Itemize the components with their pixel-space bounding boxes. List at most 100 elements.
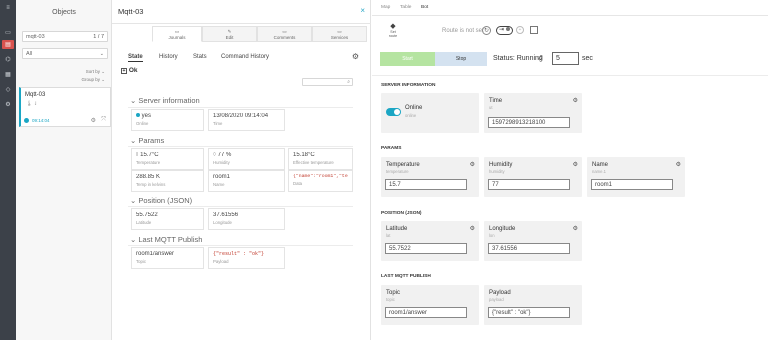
gear-icon[interactable]: ⚙: [676, 161, 681, 168]
longitude-title: Longitude: [489, 226, 516, 232]
time-title: Time: [489, 98, 503, 104]
tree-icon[interactable]: ⌬: [2, 55, 14, 64]
cell-topic: room1/answer Topic: [131, 247, 204, 269]
set-route-button[interactable]: ◆ Set route: [386, 22, 400, 38]
route-status: Route is not set: [442, 28, 484, 34]
tab-table[interactable]: Table: [400, 5, 411, 10]
humidity-title: Humidity: [489, 162, 513, 168]
name-sub: name.1: [592, 169, 606, 174]
cell-temperature: ‖ 15.7°C Temperature: [131, 148, 204, 170]
start-button[interactable]: Start: [380, 52, 435, 66]
status-text: Status: Running: [493, 55, 543, 62]
subtab-command-history[interactable]: Command History: [221, 54, 269, 60]
state-search-input[interactable]: ⌕: [302, 78, 353, 86]
filter-select[interactable]: All ⌄: [22, 48, 108, 59]
gear-icon[interactable]: ⚙: [573, 225, 578, 232]
payload-input[interactable]: {"result" : "ok"}: [488, 307, 570, 318]
logo-icon: ≡: [6, 4, 10, 11]
subtab-history[interactable]: History: [159, 54, 178, 60]
thermometer-icon: ‖: [136, 152, 139, 158]
detail-header: Mqtt-03 ×: [112, 0, 371, 24]
tag-icon[interactable]: ◇: [2, 85, 14, 94]
detail-panel: Mqtt-03 × ▭ Journals ✎ Edit ▭ Comments ▭ Ser…: [112, 0, 371, 340]
gear-icon[interactable]: ⚙: [573, 97, 578, 104]
humidity-input[interactable]: 77: [488, 179, 570, 190]
group-by-link[interactable]: Group by ⌄: [81, 77, 105, 83]
route-icon: ◆: [390, 23, 396, 30]
chevron-down-icon: ⌄: [99, 50, 104, 57]
gear-icon[interactable]: ⚙: [352, 52, 359, 61]
time-sub: ut: [489, 105, 493, 110]
tab-comments[interactable]: ▭ Comments: [257, 26, 312, 42]
database-icon[interactable]: ▤: [2, 40, 14, 49]
section-position[interactable]: ⌄ Position (JSON): [130, 196, 192, 205]
toggle-knob-icon: [394, 109, 400, 115]
payload-title: Payload: [489, 290, 511, 296]
section-params[interactable]: ⌄ Params: [130, 136, 164, 145]
gear-icon[interactable]: ⚙: [470, 161, 475, 168]
calendar-icon[interactable]: ▦: [2, 70, 14, 79]
expand-icon[interactable]: ⤧: [101, 117, 106, 124]
cell-data: {"name":"room1","temp Data: [288, 170, 353, 192]
subtab-stats[interactable]: Stats: [193, 54, 207, 60]
divider: [128, 206, 353, 207]
chevron-down-icon: ⌄: [130, 235, 137, 244]
filter-value: All: [26, 50, 33, 57]
cell-time: 13/08/2020 09:14:04 Time: [208, 109, 285, 131]
sort-by-link[interactable]: Sort by ⌄: [86, 69, 105, 75]
plus-box-icon[interactable]: +: [121, 68, 127, 74]
objects-title: Objects: [52, 9, 76, 16]
stop-square-checkbox[interactable]: [530, 26, 538, 34]
divider: [128, 245, 353, 246]
detail-title: Mqtt-03: [118, 7, 144, 16]
latitude-sub: lat: [386, 233, 391, 238]
stop-button[interactable]: Stop: [435, 52, 487, 66]
widget-section-params: PARAMS: [381, 146, 402, 151]
tab-bot[interactable]: Bot: [421, 5, 428, 10]
cell-latitude: 55.7522 Latitude: [131, 208, 204, 230]
folder-icon[interactable]: ▭: [2, 28, 14, 37]
divider: [128, 146, 353, 147]
temperature-sub: temperature: [386, 169, 409, 174]
humidity-sub: humidity: [489, 169, 505, 174]
online-dot: [24, 118, 29, 123]
subtab-state[interactable]: State: [128, 54, 143, 62]
object-card[interactable]: Mqtt-03 🌡︎ ⇃ 09:14:04 ⚙ ⤧: [19, 87, 111, 127]
close-icon[interactable]: ×: [360, 6, 365, 15]
tab-journals[interactable]: ▭ Journals: [152, 26, 202, 42]
divider: [372, 15, 768, 16]
tab-services[interactable]: ▭ Services: [312, 26, 367, 42]
result-count: 1 / 7: [93, 33, 104, 40]
longitude-input[interactable]: 37.61556: [488, 243, 570, 254]
thermometer-icon: 🌡︎ ⇃: [26, 101, 38, 107]
tab-edit[interactable]: ✎ Edit: [202, 26, 257, 42]
refresh-icon[interactable]: ↻: [482, 26, 491, 35]
gear-icon[interactable]: ⚙: [573, 161, 578, 168]
chevron-down-icon: ⌄: [130, 136, 137, 145]
latitude-title: Latitude: [386, 226, 408, 232]
widget-name: Name name.1 ⚙ room1: [587, 157, 685, 197]
search-value: mqtt-03: [26, 33, 45, 40]
section-server-info[interactable]: ⌄ Server information: [130, 96, 200, 105]
name-input[interactable]: room1: [591, 179, 673, 190]
interval-input[interactable]: 5: [552, 52, 579, 65]
section-last-mqtt[interactable]: ⌄ Last MQTT Publish: [130, 235, 202, 244]
topic-input[interactable]: room1/answer: [385, 307, 467, 318]
play-toggle[interactable]: ⇥: [496, 26, 513, 35]
gear-icon[interactable]: ⚙: [91, 117, 96, 124]
latitude-input[interactable]: 55.7522: [385, 243, 467, 254]
time-input[interactable]: 1597298913218100: [488, 117, 570, 128]
divider: [372, 75, 768, 76]
widget-payload: Payload payload {"result" : "ok"}: [484, 285, 582, 325]
temperature-input[interactable]: 15.7: [385, 179, 467, 190]
toggle-knob-icon: [505, 27, 510, 31]
settings-icon[interactable]: ⚙: [2, 100, 14, 109]
search-icon: ⌕: [347, 79, 350, 85]
online-dot: [136, 113, 140, 117]
widget-humidity: Humidity humidity ⚙ 77: [484, 157, 582, 197]
online-toggle[interactable]: [386, 108, 401, 116]
tab-map[interactable]: Map: [381, 5, 390, 10]
add-icon[interactable]: +: [516, 26, 524, 34]
gear-icon[interactable]: ⚙: [470, 225, 475, 232]
object-search-input[interactable]: mqtt-03 1 / 7: [22, 31, 108, 42]
